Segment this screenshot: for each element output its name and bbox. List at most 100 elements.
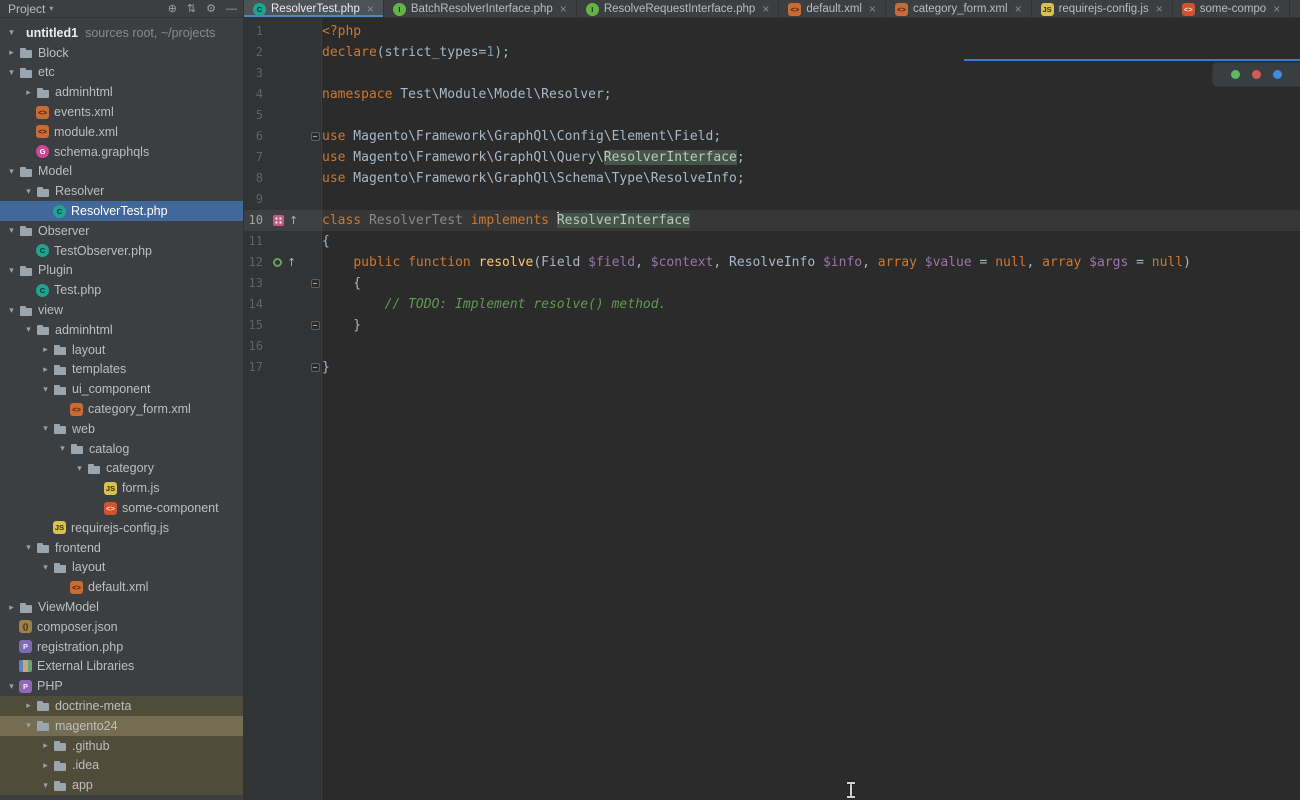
code-line-3[interactable]: 3 xyxy=(244,63,1300,84)
chevron-down-icon[interactable]: ▾ xyxy=(21,542,36,553)
implements-arrow-icon[interactable]: ↑ xyxy=(289,215,298,226)
code-line-16[interactable]: 16 xyxy=(244,336,1300,357)
chevron-right-icon[interactable]: ▸ xyxy=(4,602,19,613)
tree-item-layout[interactable]: ▸layout xyxy=(0,340,243,360)
tree-item-templates[interactable]: ▸templates xyxy=(0,360,243,380)
collapse-all-icon[interactable]: ⇅ xyxy=(187,0,196,18)
tree-item-category-form-xml[interactable]: <>category_form.xml xyxy=(0,399,243,419)
chevron-right-icon[interactable]: ▸ xyxy=(38,364,53,375)
code-line-9[interactable]: 9 xyxy=(244,189,1300,210)
chevron-right-icon[interactable]: ▸ xyxy=(38,740,53,751)
tree-item-adminhtml[interactable]: ▸adminhtml xyxy=(0,82,243,102)
chevron-down-icon[interactable]: ▾ xyxy=(38,780,53,791)
chevron-down-icon[interactable]: ▾ xyxy=(4,225,19,236)
code-line-10[interactable]: 10↑class ResolverTest implements Resolve… xyxy=(244,210,1300,231)
tree-item-resolver[interactable]: ▾Resolver xyxy=(0,181,243,201)
code-line-7[interactable]: 7use Magento\Framework\GraphQl\Query\Res… xyxy=(244,147,1300,168)
chevron-down-icon[interactable]: ▾ xyxy=(4,265,19,276)
tree-item-plugin[interactable]: ▾Plugin xyxy=(0,261,243,281)
chevron-right-icon[interactable]: ▸ xyxy=(38,760,53,771)
close-tab-icon[interactable]: × xyxy=(367,4,374,14)
close-tab-icon[interactable]: × xyxy=(1273,4,1280,14)
tree-item-form-js[interactable]: JSform.js xyxy=(0,478,243,498)
tree-item-registration-php[interactable]: Pregistration.php xyxy=(0,637,243,657)
chevron-down-icon[interactable]: ▾ xyxy=(21,186,36,197)
tree-item-test-php[interactable]: CTest.php xyxy=(0,280,243,300)
chevron-right-icon[interactable]: ▸ xyxy=(38,344,53,355)
tab-some-compo[interactable]: <>some-compo× xyxy=(1173,0,1290,17)
tree-item-idea[interactable]: ▸.idea xyxy=(0,755,243,775)
chevron-down-icon[interactable]: ▾ xyxy=(38,562,53,573)
code-line-1[interactable]: 1<?php xyxy=(244,21,1300,42)
code-line-17[interactable]: 17} xyxy=(244,357,1300,378)
close-tab-icon[interactable]: × xyxy=(1156,4,1163,14)
tree-item-github[interactable]: ▸.github xyxy=(0,736,243,756)
chevron-down-icon[interactable]: ▾ xyxy=(55,443,70,454)
tree-item-untitled1[interactable]: ▾untitled1sources root, ~/projects xyxy=(0,23,243,43)
method-marker-icon[interactable] xyxy=(273,258,282,267)
fold-marker-icon[interactable] xyxy=(311,363,320,372)
code-line-15[interactable]: 15 } xyxy=(244,315,1300,336)
chevron-down-icon[interactable]: ▾ xyxy=(38,423,53,434)
close-tab-icon[interactable]: × xyxy=(560,4,567,14)
tree-item-viewmodel[interactable]: ▸ViewModel xyxy=(0,597,243,617)
tree-item-app[interactable]: ▾app xyxy=(0,775,243,795)
code-line-13[interactable]: 13 { xyxy=(244,273,1300,294)
chevron-down-icon[interactable]: ▾ xyxy=(72,463,87,474)
chevron-down-icon[interactable]: ▾ xyxy=(21,720,36,731)
close-tab-icon[interactable]: × xyxy=(869,4,876,14)
tree-item-view[interactable]: ▾view xyxy=(0,300,243,320)
fold-marker-icon[interactable] xyxy=(311,321,320,330)
chevron-right-icon[interactable]: ▸ xyxy=(21,700,36,711)
code-line-8[interactable]: 8use Magento\Framework\GraphQl\Schema\Ty… xyxy=(244,168,1300,189)
close-tab-icon[interactable]: × xyxy=(762,4,769,14)
tree-item-events-xml[interactable]: <>events.xml xyxy=(0,102,243,122)
tree-item-resolvertest-php[interactable]: CResolverTest.php xyxy=(0,201,243,221)
fold-marker-icon[interactable] xyxy=(311,279,320,288)
tab-default-xml[interactable]: <>default.xml× xyxy=(779,0,886,17)
blue-indicator[interactable] xyxy=(1273,70,1282,79)
chevron-down-icon[interactable]: ▾ xyxy=(21,324,36,335)
tab-category-form-xml[interactable]: <>category_form.xml× xyxy=(886,0,1032,17)
tree-item-requirejs-config-js[interactable]: JSrequirejs-config.js xyxy=(0,518,243,538)
tree-item-testobserver-php[interactable]: CTestObserver.php xyxy=(0,241,243,261)
tab-requirejs-config-js[interactable]: JSrequirejs-config.js× xyxy=(1032,0,1173,17)
tree-item-adminhtml[interactable]: ▾adminhtml xyxy=(0,320,243,340)
implements-arrow-icon[interactable]: ↑ xyxy=(287,257,296,268)
tree-item-block[interactable]: ▸Block xyxy=(0,43,243,63)
chevron-down-icon[interactable]: ▾ xyxy=(38,384,53,395)
locate-file-icon[interactable]: ⊕ xyxy=(168,0,177,18)
tree-item-module-xml[interactable]: <>module.xml xyxy=(0,122,243,142)
code-line-14[interactable]: 14 // TODO: Implement resolve() method. xyxy=(244,294,1300,315)
tree-item-ui-component[interactable]: ▾ui_component xyxy=(0,379,243,399)
tree-item-composer-json[interactable]: {}composer.json xyxy=(0,617,243,637)
project-view-selector[interactable]: Project ▾ xyxy=(8,2,53,16)
plugin-marker-icon[interactable] xyxy=(273,215,284,226)
inspections-widget[interactable] xyxy=(1212,62,1300,87)
tree-item-some-component[interactable]: <>some-component xyxy=(0,498,243,518)
tree-item-layout[interactable]: ▾layout xyxy=(0,558,243,578)
code-line-11[interactable]: 11{ xyxy=(244,231,1300,252)
tree-item-php[interactable]: ▾PPHP xyxy=(0,676,243,696)
red-indicator[interactable] xyxy=(1252,70,1261,79)
code-line-12[interactable]: 12↑ public function resolve(Field $field… xyxy=(244,252,1300,273)
chevron-down-icon[interactable]: ▾ xyxy=(4,27,19,38)
tree-item-model[interactable]: ▾Model xyxy=(0,162,243,182)
chevron-down-icon[interactable]: ▾ xyxy=(4,305,19,316)
hide-panel-icon[interactable]: — xyxy=(226,0,237,18)
chevron-down-icon[interactable]: ▾ xyxy=(4,681,19,692)
tree-item-doctrine-meta[interactable]: ▸doctrine-meta xyxy=(0,696,243,716)
fold-marker-icon[interactable] xyxy=(311,132,320,141)
tree-item-external-libraries[interactable]: External Libraries xyxy=(0,657,243,677)
chevron-down-icon[interactable]: ▾ xyxy=(4,166,19,177)
chevron-right-icon[interactable]: ▸ xyxy=(4,47,19,58)
tree-item-etc[interactable]: ▾etc xyxy=(0,63,243,83)
green-indicator[interactable] xyxy=(1231,70,1240,79)
tree-item-frontend[interactable]: ▾frontend xyxy=(0,538,243,558)
tab-resolverequestinterface-php[interactable]: IResolveRequestInterface.php× xyxy=(577,0,780,17)
chevron-down-icon[interactable]: ▾ xyxy=(4,67,19,78)
tab-resolvertest-php[interactable]: CResolverTest.php× xyxy=(244,0,384,17)
tree-item-schema-graphqls[interactable]: Gschema.graphqls xyxy=(0,142,243,162)
settings-gear-icon[interactable]: ⚙ xyxy=(206,0,216,18)
code-line-4[interactable]: 4namespace Test\Module\Model\Resolver; xyxy=(244,84,1300,105)
